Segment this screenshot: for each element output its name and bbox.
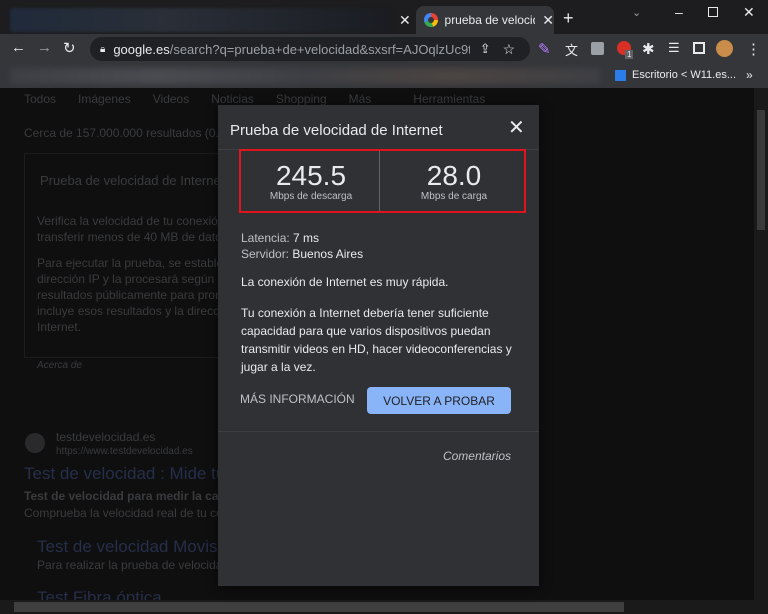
- bookmark-item[interactable]: Escritorio < W11.es...: [615, 69, 736, 81]
- tab-videos[interactable]: Videos: [153, 92, 189, 106]
- horizontal-scroll-thumb[interactable]: [14, 602, 624, 612]
- server: Servidor: Buenos Aires: [241, 247, 363, 261]
- server-label: Servidor:: [241, 247, 290, 261]
- download-speed: 245.5 Mbps de descarga: [241, 151, 381, 211]
- tab-title: prueba de velocidad: [444, 13, 536, 27]
- close-icon[interactable]: ✕: [508, 115, 525, 140]
- extension-icon[interactable]: [591, 42, 604, 55]
- tab-herramientas[interactable]: Herramientas: [413, 92, 485, 106]
- share-icon[interactable]: ⇪: [480, 41, 491, 57]
- latency-value: 7 ms: [293, 231, 320, 245]
- card-text: dirección IP y la procesará según su: [37, 272, 231, 286]
- download-value: 245.5: [275, 160, 347, 191]
- card-text: transferir menos de 40 MB de datos: [37, 230, 228, 244]
- address-bar[interactable]: 🔒︎ google.es /search?q=prueba+de+velocid…: [90, 37, 530, 61]
- card-text: Internet.: [37, 320, 82, 334]
- blurred-bookmarks: [10, 68, 600, 84]
- close-tab-icon[interactable]: ✕: [542, 12, 554, 29]
- reload-icon[interactable]: ↻: [63, 39, 76, 57]
- description-line: jugar a la vez.: [241, 360, 316, 374]
- upload-value: 28.0: [426, 160, 482, 191]
- result-sublink[interactable]: Test Fibra óptica: [37, 588, 162, 600]
- reading-list-icon[interactable]: ☰: [668, 40, 680, 56]
- side-panel-icon[interactable]: [693, 42, 705, 54]
- extensions-puzzle-icon[interactable]: ✱: [642, 40, 655, 58]
- more-info-button[interactable]: MÁS INFORMACIÓN: [240, 392, 355, 406]
- divider: [218, 431, 539, 432]
- description-line: Tu conexión a Internet debería tener suf…: [241, 306, 489, 320]
- upload-label: Mbps de carga: [420, 191, 488, 202]
- card-text: resultados públicamente para promo: [37, 288, 232, 302]
- card-title: Prueba de velocidad de Interne: [40, 173, 221, 188]
- download-label: Mbps de descarga: [269, 191, 353, 202]
- maximize-icon[interactable]: [708, 7, 718, 17]
- vertical-scroll-thumb[interactable]: [757, 110, 765, 230]
- tab-mas[interactable]: Más: [349, 92, 372, 106]
- card-text: Verifica la velocidad de tu conexión a: [37, 214, 235, 228]
- pen-extension-icon[interactable]: ✎: [538, 40, 551, 58]
- description-line: capacidad para que varios dispositivos p…: [241, 324, 491, 338]
- translate-extension-icon[interactable]: 文: [565, 40, 578, 59]
- result-snippet: Comprueba la velocidad real de tu con: [24, 506, 230, 520]
- forward-icon[interactable]: →: [37, 39, 52, 56]
- tab-noticias[interactable]: Noticias: [211, 92, 254, 106]
- bookmarks-overflow[interactable]: »: [746, 68, 753, 82]
- description: Tu conexión a Internet debería tener suf…: [241, 304, 512, 376]
- tab-search-icon[interactable]: ⌄: [632, 6, 641, 19]
- result-site: testdevelocidad.es: [56, 430, 156, 444]
- bookmark-star-icon[interactable]: ☆: [503, 41, 516, 58]
- back-icon[interactable]: ←: [11, 39, 26, 56]
- tab-todos[interactable]: Todos: [24, 92, 56, 106]
- retry-button[interactable]: VOLVER A PROBAR: [367, 387, 511, 414]
- result-sublink[interactable]: Test de velocidad Movista: [37, 537, 232, 557]
- result-title-link[interactable]: Test de velocidad : Mide tu: [24, 464, 225, 484]
- tab-shopping[interactable]: Shopping: [276, 92, 327, 106]
- close-window-icon[interactable]: ✕: [743, 4, 755, 21]
- minimize-icon[interactable]: –: [675, 4, 683, 20]
- card-text: Para ejecutar la prueba, se establec: [37, 256, 230, 270]
- verdict: La conexión de Internet es muy rápida.: [241, 275, 449, 289]
- result-url: https://www.testdevelocidad.es: [56, 446, 193, 457]
- blurred-tab[interactable]: [10, 8, 392, 32]
- tab-active[interactable]: prueba de velocidad ✕: [416, 6, 554, 34]
- extension-badge: 1: [625, 50, 634, 59]
- result-snippet: Test de velocidad para medir la calida: [24, 489, 240, 503]
- result-snippet: Para realizar la prueba de velocidad: [37, 558, 230, 572]
- bookmark-label: Escritorio < W11.es...: [632, 69, 737, 81]
- dialog-title: Prueba de velocidad de Internet: [230, 122, 443, 139]
- card-text: incluye esos resultados y la direcció: [37, 304, 229, 318]
- divider: [379, 151, 380, 211]
- feedback-link[interactable]: Comentarios: [443, 449, 511, 463]
- windows-icon: [615, 69, 626, 81]
- latency: Latencia: 7 ms: [241, 231, 319, 245]
- google-favicon-icon: [424, 13, 438, 27]
- about-link[interactable]: Acerca de: [37, 360, 82, 371]
- result-count: Cerca de 157.000.000 resultados (0.4: [24, 126, 226, 140]
- menu-icon[interactable]: ⋮: [746, 40, 761, 58]
- server-value: Buenos Aires: [292, 247, 364, 261]
- latency-label: Latencia:: [241, 231, 290, 245]
- close-tab-icon[interactable]: ✕: [399, 12, 411, 29]
- lock-icon: 🔒︎: [100, 43, 106, 55]
- upload-speed: 28.0 Mbps de carga: [384, 151, 524, 211]
- speed-results-highlight: 245.5 Mbps de descarga 28.0 Mbps de carg…: [239, 149, 526, 213]
- speed-test-dialog: Prueba de velocidad de Internet ✕ 245.5 …: [218, 105, 539, 586]
- site-favicon: [25, 433, 45, 453]
- tab-imagenes[interactable]: Imágenes: [78, 92, 131, 106]
- new-tab-button[interactable]: +: [563, 8, 574, 29]
- url-host: google.es: [113, 41, 170, 57]
- url-path: /search?q=prueba+de+velocidad&sxsrf=AJOq…: [169, 41, 470, 57]
- description-line: transmitir videos en HD, hacer videoconf…: [241, 342, 512, 356]
- avatar[interactable]: [716, 40, 733, 57]
